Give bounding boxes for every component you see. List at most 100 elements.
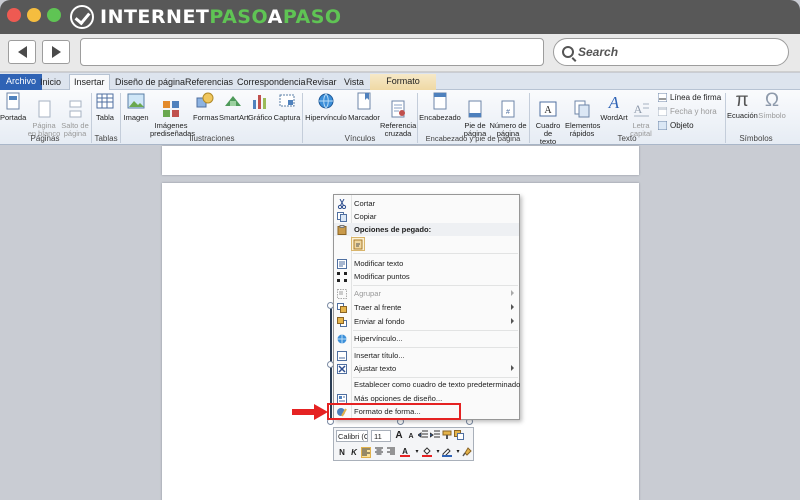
tab-correspondencia[interactable]: Correspondencia (233, 75, 310, 90)
pi-equation-icon: π (735, 90, 749, 111)
portada-button[interactable]: Portada (0, 92, 26, 122)
menu-item-label: Agrupar (354, 289, 382, 298)
menu-item-enviar-al-fondo[interactable]: Enviar al fondo (334, 315, 519, 328)
back-arrow-icon (17, 46, 27, 58)
text-box-icon: A (539, 101, 557, 117)
tabla-button[interactable]: Tabla (93, 92, 117, 122)
menu-item-establecer-predeterminado[interactable]: Establecer como cuadro de texto predeter… (334, 378, 520, 391)
menu-item-modificar-puntos[interactable]: Modificar puntos (334, 270, 519, 283)
simbolo-button[interactable]: Ω Símbolo (758, 90, 786, 120)
address-bar[interactable] (80, 38, 544, 66)
window-titlebar: INTERNETPASOAPASO (0, 0, 800, 34)
objeto-button[interactable]: Objeto (658, 121, 694, 130)
font-size-select[interactable]: 11 (371, 430, 391, 442)
close-window-button[interactable] (7, 8, 21, 22)
menu-item-traer-al-frente[interactable]: Traer al frente (334, 301, 519, 314)
menu-item-label: Más opciones de diseño... (354, 394, 443, 403)
minimize-window-button[interactable] (27, 8, 41, 22)
shrink-font-button[interactable]: A (406, 431, 416, 442)
search-icon (562, 46, 574, 58)
menu-item-cortar[interactable]: Cortar (334, 197, 519, 210)
align-left-button[interactable] (361, 447, 371, 458)
format-painter-button[interactable] (442, 430, 452, 441)
menu-item-label: Opciones de pegado: (354, 225, 432, 234)
font-color-button[interactable]: A (400, 446, 410, 457)
italic-button[interactable]: K (349, 447, 359, 458)
menu-item-label: Cortar (354, 199, 376, 208)
bold-button[interactable]: N (337, 447, 347, 458)
red-pointer-arrow-icon (292, 404, 328, 420)
scissors-icon (337, 198, 347, 209)
decrease-indent-button[interactable] (417, 430, 428, 441)
captura-button[interactable]: Captura (273, 92, 301, 122)
grow-font-button[interactable]: A (394, 430, 404, 441)
shape-fill-button[interactable] (422, 447, 432, 458)
align-right-button[interactable] (386, 447, 396, 458)
grafico-button[interactable]: Gráfico (248, 92, 272, 122)
date-time-icon (658, 107, 667, 116)
previous-page (162, 146, 639, 175)
align-right-icon (387, 447, 395, 455)
cuadro-de-texto-button[interactable]: A Cuadro de texto (531, 92, 565, 154)
tab-diseno-pagina[interactable]: Diseño de página (111, 75, 189, 90)
maximize-window-button[interactable] (47, 8, 61, 22)
submenu-arrow-icon (511, 304, 514, 310)
hipervinculo-button[interactable]: Hipervínculo (305, 92, 347, 122)
highlight-formato-de-forma (327, 403, 461, 420)
paste-clipboard-icon (353, 239, 363, 250)
forward-button[interactable] (42, 40, 70, 64)
omega-symbol-icon: Ω (764, 90, 780, 111)
submenu-arrow-icon (511, 318, 514, 324)
menu-item-agrupar[interactable]: Agrupar (334, 287, 519, 300)
ecuacion-button[interactable]: π Ecuación (727, 90, 758, 120)
site-logo: INTERNETPASOAPASO (70, 4, 342, 30)
tab-insertar[interactable]: Insertar (69, 74, 110, 91)
tab-formato[interactable]: Formato (370, 74, 436, 90)
formas-button[interactable]: Formas (193, 92, 219, 122)
menu-item-modificar-texto[interactable]: Modificar texto (334, 257, 519, 270)
copy-format-button[interactable] (454, 430, 464, 441)
menu-item-copiar[interactable]: Copiar (334, 210, 519, 223)
menu-item-hipervinculo[interactable]: Hipervínculo... (334, 332, 519, 345)
linea-de-firma-button[interactable]: Línea de firma (658, 93, 721, 102)
logo-text-paso-2: PASO (282, 6, 342, 28)
linea-de-firma-label: Línea de firma (670, 93, 722, 102)
align-center-button[interactable] (374, 447, 384, 458)
back-button[interactable] (8, 40, 36, 64)
formas-label: Formas (193, 113, 219, 122)
objeto-label: Objeto (670, 121, 694, 130)
tab-referencias[interactable]: Referencias (181, 75, 237, 90)
wrap-text-icon (337, 363, 347, 374)
logo-text-internet: INTERNET (100, 6, 210, 28)
group-paginas-label: Páginas (30, 134, 60, 143)
insert-caption-icon (337, 350, 347, 361)
tab-inicio[interactable]: Inicio (36, 75, 65, 90)
tab-revisar[interactable]: Revisar (302, 75, 341, 90)
encabezado-button[interactable]: Encabezado (419, 92, 461, 122)
search-input[interactable]: Search (553, 38, 789, 66)
logo-text-a: A (267, 6, 283, 28)
menu-item-ajustar-texto[interactable]: Ajustar texto (334, 362, 519, 375)
shape-outline-button[interactable] (442, 447, 452, 458)
smartart-button[interactable]: SmartArt (219, 92, 249, 122)
ribbon-tab-bar: Archivo Inicio Insertar Diseño de página… (0, 73, 800, 91)
imagen-button[interactable]: Imagen (123, 92, 149, 122)
wordart-button[interactable]: A WordArt (599, 92, 629, 122)
increase-indent-button[interactable] (429, 430, 440, 441)
menu-item-label: Modificar puntos (354, 272, 410, 281)
font-color-dropdown[interactable]: ▾ (412, 447, 422, 458)
shape-styles-button[interactable] (462, 447, 472, 458)
marcador-label: Marcador (348, 113, 380, 122)
context-menu: Cortar Copiar Opciones de pegado: Modifi… (333, 194, 520, 420)
footer-icon (468, 100, 482, 118)
fecha-y-hora-button[interactable]: Fecha y hora (658, 107, 717, 116)
menu-separator (353, 347, 518, 348)
shapes-icon (196, 92, 214, 108)
tab-vista[interactable]: Vista (340, 75, 368, 90)
paste-keep-text-only-button[interactable] (351, 237, 365, 251)
copy-format-icon (454, 430, 464, 440)
marcador-button[interactable]: Marcador (348, 92, 380, 122)
search-placeholder: Search (578, 45, 619, 59)
menu-item-insertar-titulo[interactable]: Insertar título... (334, 349, 519, 362)
font-name-select[interactable]: Calibri (C (336, 430, 368, 442)
